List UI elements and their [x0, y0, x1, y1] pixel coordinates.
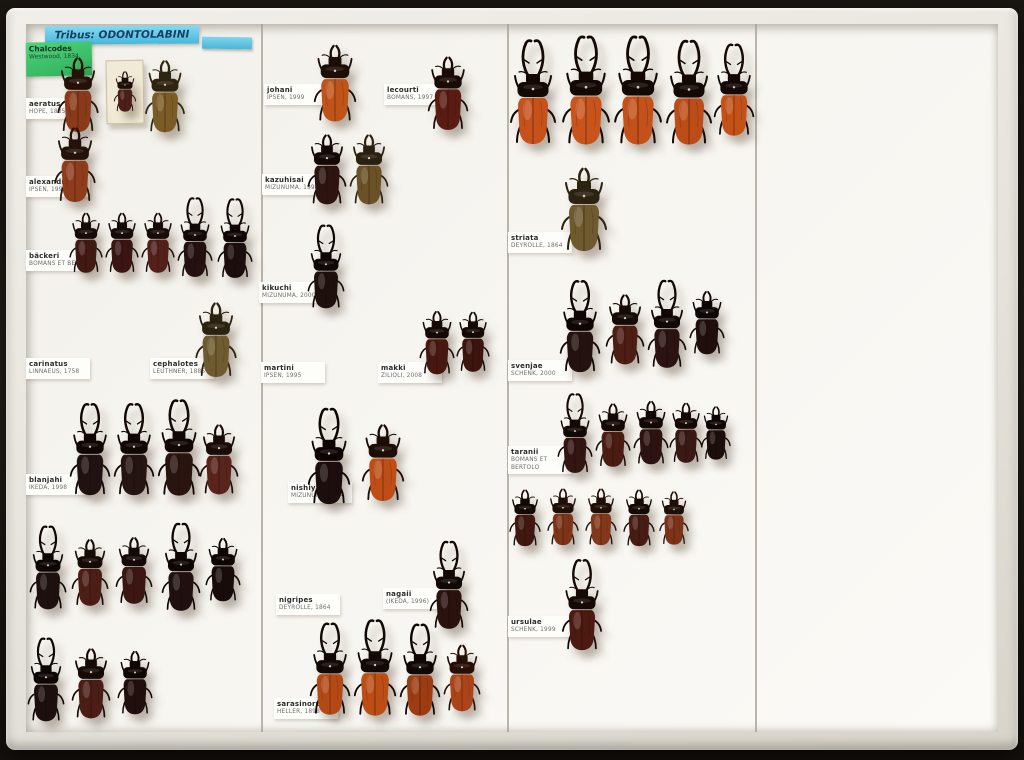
beetle-specimen — [306, 392, 352, 527]
beetle-specimen — [360, 418, 406, 513]
beetle-specimen — [712, 28, 756, 158]
species-author: LINNAEUS, 1758 — [29, 369, 87, 377]
beetle-specimen — [104, 205, 140, 285]
beetle-specimen — [556, 392, 594, 480]
tribus-label-text: Tribus: ODONTOLABINI — [55, 29, 190, 42]
beetle-specimen — [584, 482, 618, 556]
beetle-specimen — [632, 392, 670, 478]
beetle-specimen — [306, 222, 346, 317]
beetle-specimen — [418, 305, 456, 385]
beetle-specimen — [140, 58, 190, 140]
beetle-specimen — [560, 558, 604, 658]
species-author: IPSEN, 1995 — [264, 373, 322, 381]
beetle-specimen — [658, 486, 690, 554]
beetle-specimen — [192, 300, 240, 385]
box-interior: Tribus: ODONTOLABINI Chalcodes Westwood,… — [26, 24, 998, 732]
beetle-specimen — [308, 612, 352, 732]
beetle-specimen — [604, 278, 646, 386]
label-strip-2 — [202, 37, 252, 50]
beetle-specimen — [198, 412, 240, 512]
beetle-specimen — [646, 272, 688, 382]
beetle-specimen — [455, 305, 491, 383]
beetle-specimen — [508, 484, 542, 556]
beetle-specimen — [688, 275, 726, 375]
beetle-specimen — [612, 25, 664, 163]
species-name: carinatus — [29, 360, 87, 369]
species-name: martini — [264, 364, 322, 373]
beetle-specimen — [28, 518, 68, 623]
beetle-specimen — [348, 132, 390, 212]
beetle-specimen — [68, 205, 104, 285]
beetle-specimen — [114, 522, 154, 624]
beetle-specimen — [426, 52, 470, 140]
beetle-specimen — [216, 194, 254, 288]
beetle-specimen — [398, 614, 442, 732]
beetle-specimen — [664, 30, 714, 162]
beetle-specimen — [594, 395, 632, 480]
species-label: martiniIPSEN, 1995 — [261, 362, 325, 383]
beetle-specimen — [622, 484, 656, 556]
species-name: nigripes — [279, 596, 337, 605]
beetle-specimen — [52, 125, 98, 210]
beetle-specimen — [112, 395, 156, 510]
beetle-specimen — [116, 635, 154, 735]
beetle-specimen — [312, 42, 358, 130]
beetle-specimen — [70, 525, 110, 625]
beetle-specimen — [700, 396, 732, 474]
beetle-specimen — [68, 395, 112, 510]
beetle-specimen — [558, 165, 610, 260]
beetle-specimen — [560, 25, 612, 163]
species-label: carinatusLINNAEUS, 1758 — [26, 358, 90, 379]
beetle-specimen — [558, 272, 602, 387]
beetle-specimen — [508, 28, 558, 163]
beetle-specimen — [140, 205, 176, 285]
beetle-specimen — [668, 393, 704, 477]
beetle-specimen — [442, 628, 482, 733]
beetle-specimen — [176, 194, 214, 286]
beetle-specimen — [160, 515, 202, 625]
specimen-box: Tribus: ODONTOLABINI Chalcodes Westwood,… — [6, 8, 1018, 750]
beetle-specimen — [156, 392, 202, 510]
beetle-specimen — [306, 132, 348, 212]
beetle-specimen — [26, 630, 66, 735]
beetle-specimen — [112, 70, 138, 116]
beetle-specimen — [546, 482, 580, 556]
beetle-specimen — [352, 610, 398, 732]
beetle-specimen — [204, 522, 242, 622]
beetle-specimen — [70, 635, 112, 737]
